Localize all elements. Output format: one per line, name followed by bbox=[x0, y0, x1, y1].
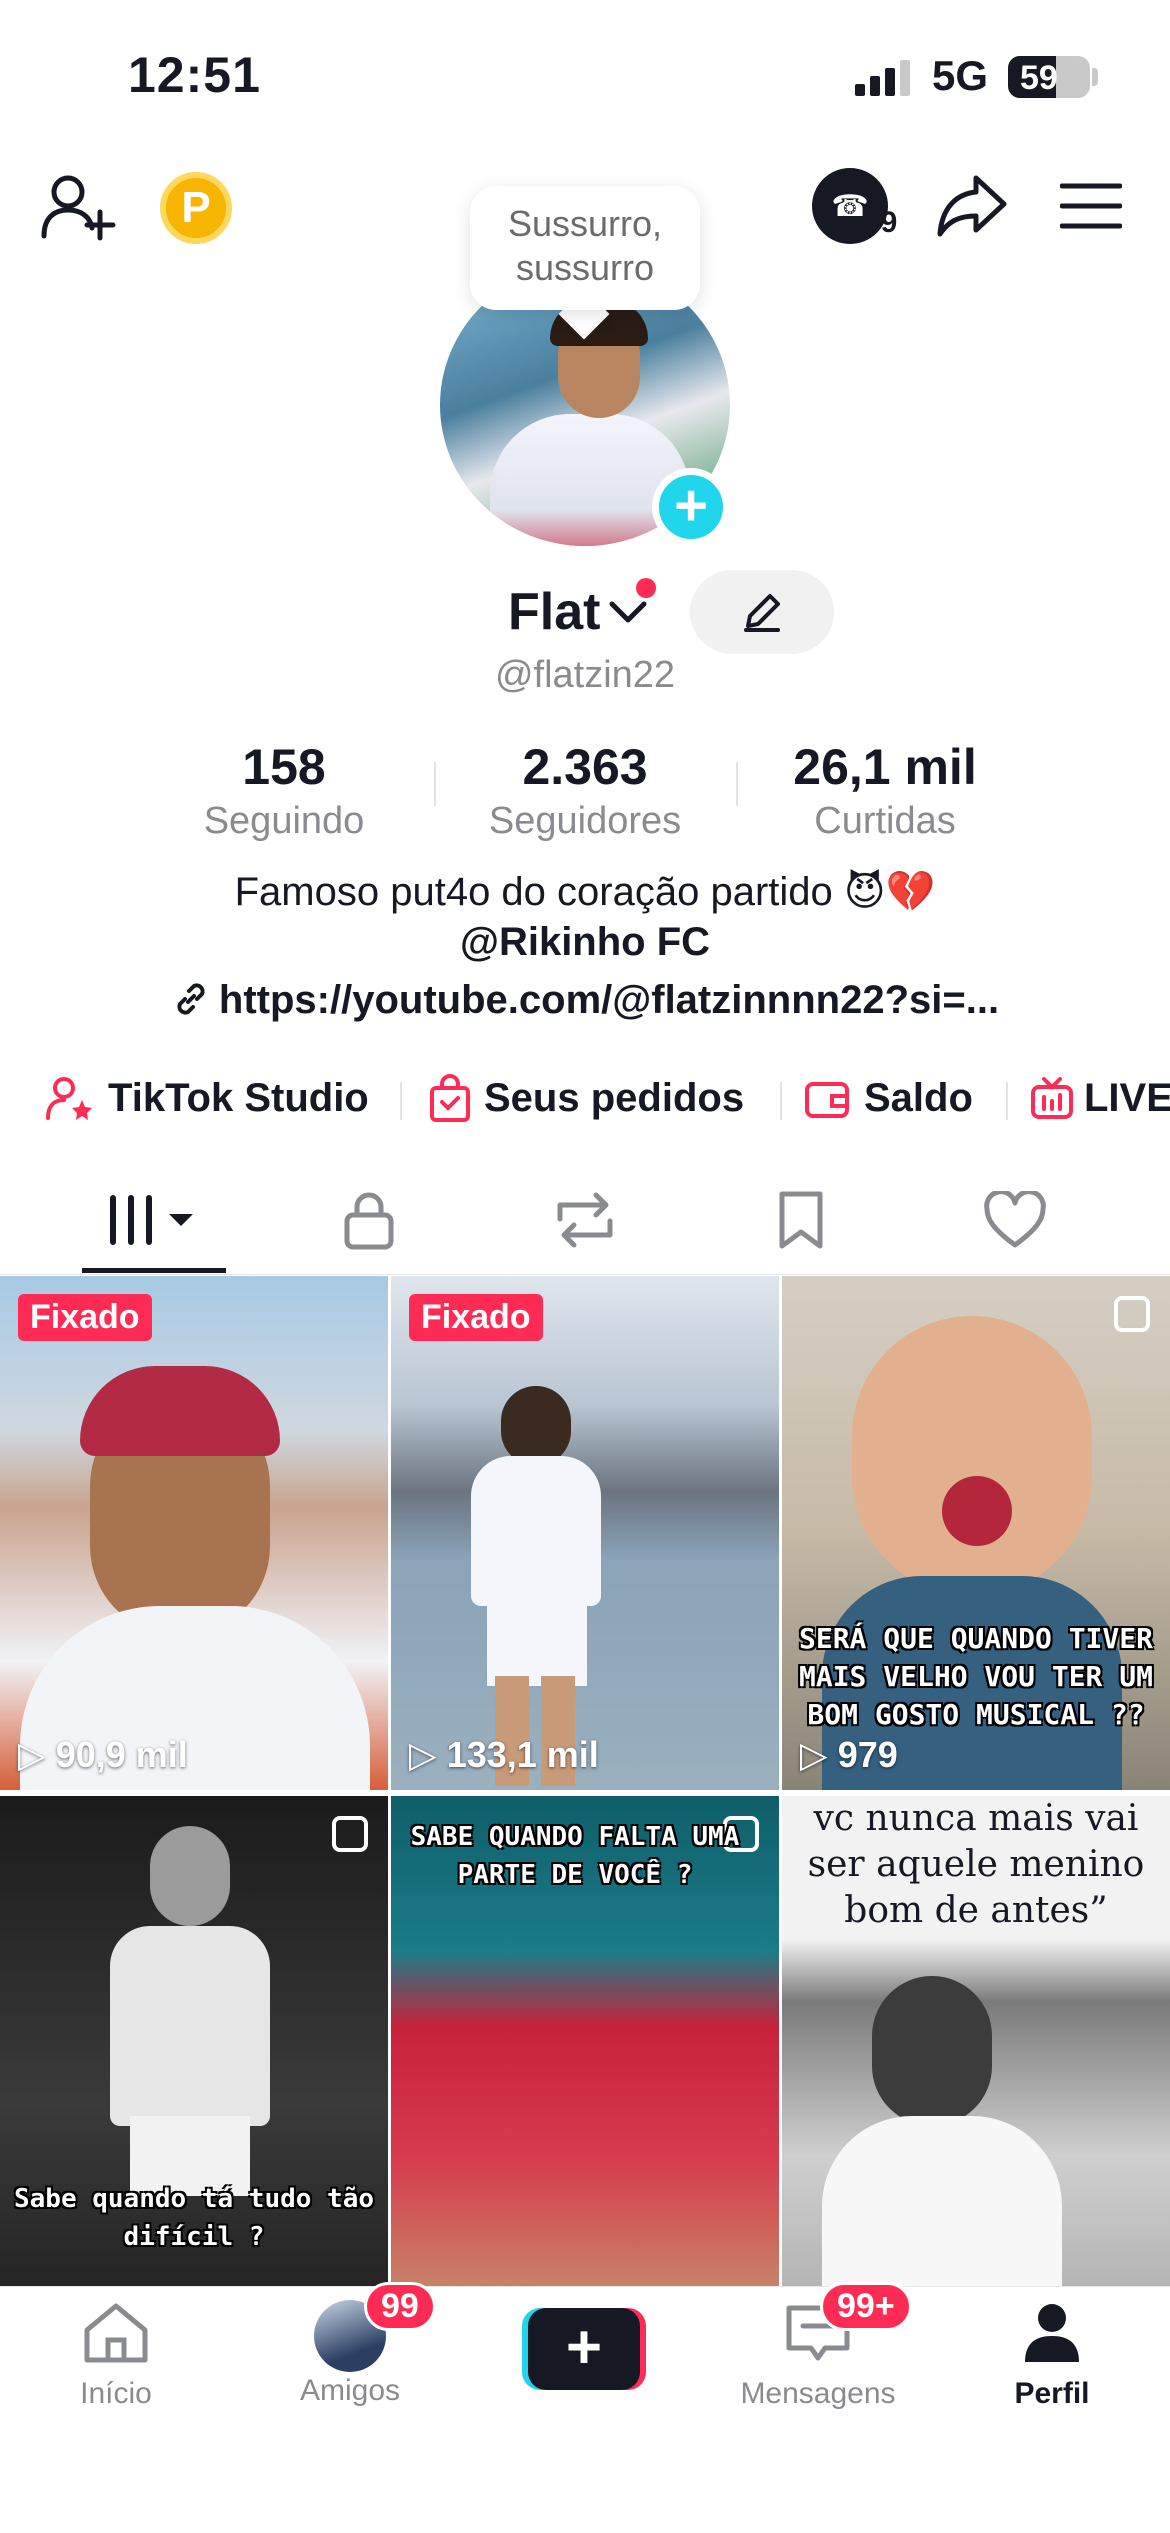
view-count: ▷ 133,1 mil bbox=[409, 1734, 599, 1776]
stat-label: Seguidores bbox=[488, 800, 682, 842]
video-tile[interactable]: vc nunca mais vai ser aquele menino bom … bbox=[782, 1796, 1170, 2310]
profile-name: Flat bbox=[508, 583, 601, 641]
quick-link-label: LIVE bbox=[1084, 1075, 1170, 1120]
person-star-icon bbox=[46, 1077, 92, 1120]
stat-label: Curtidas bbox=[814, 800, 956, 842]
quick-link-divider bbox=[780, 1082, 782, 1120]
network-type: 5G bbox=[932, 52, 989, 99]
coins-icon[interactable]: P bbox=[160, 172, 232, 244]
stat-value: 26,1 mil bbox=[793, 739, 977, 795]
menu-icon[interactable] bbox=[1060, 182, 1122, 230]
stat-followers[interactable]: 2.363 Seguidores bbox=[465, 738, 705, 843]
video-caption: vc nunca mais vai ser aquele menino bom … bbox=[782, 1796, 1170, 1934]
friends-badge: 99 bbox=[364, 2282, 436, 2331]
play-icon: ▷ bbox=[18, 1734, 46, 1775]
video-tile[interactable]: SERÁ QUE QUANDO TIVER MAIS VELHO VOU TER… bbox=[782, 1276, 1170, 1790]
profile-name-row[interactable]: Flat bbox=[508, 582, 648, 642]
quick-link-orders[interactable]: Seus pedidos bbox=[428, 1068, 744, 1128]
add-story-icon[interactable]: + bbox=[652, 468, 730, 546]
video-tile[interactable]: SABE QUANDO FALTA UMA PARTE DE VOCÊ ? ▷1… bbox=[391, 1796, 779, 2310]
tab-liked[interactable] bbox=[908, 1180, 1122, 1260]
note-tooltip[interactable]: Sussurro, sussurro bbox=[470, 186, 700, 310]
quick-link-label: Saldo bbox=[864, 1075, 973, 1120]
add-friend-icon[interactable] bbox=[40, 172, 116, 242]
create-button[interactable]: + bbox=[522, 2308, 646, 2390]
quick-link-label: TikTok Studio bbox=[108, 1075, 369, 1120]
multi-photo-icon bbox=[1114, 1296, 1150, 1332]
active-tab-indicator bbox=[82, 1268, 226, 1273]
quick-link-label: Seus pedidos bbox=[484, 1075, 745, 1120]
nav-home[interactable]: Início bbox=[16, 2300, 216, 2411]
quick-link-tiktok-studio[interactable]: TikTok Studio bbox=[46, 1068, 369, 1128]
pinned-badge: Fixado bbox=[18, 1294, 152, 1341]
tab-favorites[interactable] bbox=[694, 1180, 908, 1260]
profile-icon bbox=[1025, 2304, 1079, 2362]
nav-profile[interactable]: Perfil bbox=[952, 2300, 1152, 2411]
nav-label: Mensagens bbox=[740, 2377, 896, 2410]
battery-icon: 59 bbox=[1008, 56, 1090, 98]
plus-icon: + bbox=[528, 2308, 640, 2390]
notification-dot bbox=[636, 578, 656, 598]
quick-link-divider bbox=[400, 1082, 402, 1120]
bio-text: Famoso put4o do coração partido 😈💔 bbox=[234, 870, 936, 914]
bio-link[interactable]: https://youtube.com/@flatzinnnn22?si=... bbox=[0, 978, 1170, 1023]
nav-label: Início bbox=[80, 2377, 152, 2410]
quick-link-balance[interactable]: Saldo bbox=[804, 1068, 973, 1128]
home-icon bbox=[84, 2303, 148, 2363]
nav-label: Amigos bbox=[299, 2374, 401, 2407]
repost-icon bbox=[557, 1192, 613, 1248]
cellular-signal-icon bbox=[855, 60, 910, 96]
stat-divider bbox=[434, 762, 436, 806]
bio-link-text: https://youtube.com/@flatzinnnn22?si=... bbox=[218, 978, 1000, 1022]
view-count-text: 979 bbox=[837, 1734, 898, 1775]
stat-following[interactable]: 158 Seguindo bbox=[164, 738, 404, 843]
lock-icon bbox=[344, 1192, 394, 1250]
grid-icon bbox=[110, 1195, 193, 1245]
view-count: ▷ 979 bbox=[800, 1734, 898, 1776]
quick-link-live[interactable]: LIVE bbox=[1030, 1068, 1170, 1128]
stat-value: 2.363 bbox=[522, 739, 648, 795]
play-icon: ▷ bbox=[800, 1734, 828, 1775]
video-tile[interactable]: Fixado ▷ 133,1 mil bbox=[391, 1276, 779, 1790]
pencil-icon bbox=[744, 594, 780, 632]
tab-reposts[interactable] bbox=[478, 1180, 692, 1260]
pinned-badge: Fixado bbox=[409, 1294, 543, 1341]
tab-divider bbox=[0, 1274, 1170, 1275]
multi-photo-icon bbox=[332, 1816, 368, 1852]
edit-profile-button[interactable] bbox=[690, 570, 834, 654]
video-tile[interactable]: Fixado ▷ 90,9 mil bbox=[0, 1276, 388, 1790]
nav-label: Perfil bbox=[1014, 2377, 1090, 2410]
status-time: 12:51 bbox=[128, 47, 261, 103]
vip-count: 99 bbox=[864, 206, 898, 239]
view-count-text: 133,1 mil bbox=[446, 1734, 599, 1775]
view-count-text: 90,9 mil bbox=[55, 1734, 188, 1775]
bio-mention[interactable]: @Rikinho FC bbox=[0, 920, 1170, 965]
chevron-down-icon bbox=[609, 601, 647, 623]
tab-private[interactable] bbox=[262, 1180, 476, 1260]
stat-likes[interactable]: 26,1 mil Curtidas bbox=[765, 738, 1005, 843]
profile-handle: @flatzin22 bbox=[494, 654, 676, 696]
share-icon[interactable] bbox=[936, 172, 1008, 238]
video-tile[interactable]: Sabe quando tá tudo tão difícil ? ▷3.441 bbox=[0, 1796, 388, 2310]
quick-link-divider bbox=[1006, 1082, 1008, 1120]
stat-divider bbox=[736, 762, 738, 806]
battery-level: 59 bbox=[1020, 59, 1058, 97]
video-caption: SERÁ QUE QUANDO TIVER MAIS VELHO VOU TER… bbox=[798, 1622, 1153, 1731]
battery-tip bbox=[1092, 68, 1098, 86]
wallet-icon bbox=[805, 1082, 849, 1118]
live-tv-icon bbox=[1031, 1077, 1073, 1119]
tab-videos[interactable] bbox=[46, 1180, 260, 1260]
view-count: ▷ 90,9 mil bbox=[18, 1734, 188, 1776]
video-caption: Sabe quando tá tudo tão difícil ? bbox=[13, 2184, 375, 2252]
stat-label: Seguindo bbox=[203, 800, 365, 842]
messages-badge: 99+ bbox=[820, 2282, 912, 2331]
heart-icon bbox=[984, 1191, 1046, 1248]
bookmark-icon bbox=[779, 1191, 823, 1249]
video-caption: SABE QUANDO FALTA UMA PARTE DE VOCÊ ? bbox=[410, 1822, 740, 1890]
play-icon: ▷ bbox=[409, 1734, 437, 1775]
shopping-bag-icon bbox=[430, 1074, 470, 1122]
stat-value: 158 bbox=[242, 739, 326, 795]
link-icon bbox=[177, 983, 205, 1015]
